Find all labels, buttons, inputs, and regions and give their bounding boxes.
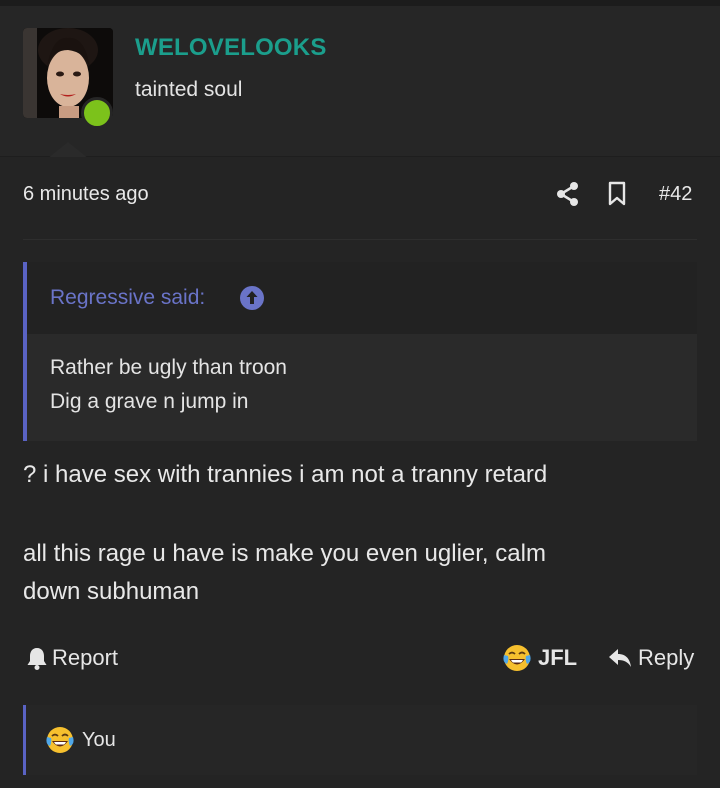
bookmark-icon[interactable]: [606, 181, 628, 207]
quote-header[interactable]: Regressive said:: [27, 262, 697, 334]
post-number[interactable]: #42: [659, 183, 692, 206]
divider: [23, 239, 697, 240]
reply-button[interactable]: Reply: [608, 643, 694, 673]
jfl-label: JFL: [538, 645, 578, 670]
username[interactable]: WELOVELOOKS: [135, 34, 327, 62]
bell-icon: [27, 648, 47, 670]
share-icon[interactable]: [556, 181, 580, 207]
reaction-users[interactable]: You: [82, 729, 116, 752]
user-title: tainted soul: [135, 78, 243, 101]
report-label: Report: [52, 645, 119, 670]
message-line: ? i have sex with trannies i am not a tr…: [23, 461, 548, 488]
reply-label: Reply: [638, 645, 695, 670]
jfl-reaction-button[interactable]: JFL: [503, 643, 577, 673]
crying-laughing-emoji-icon: [503, 645, 531, 671]
post-timestamp[interactable]: 6 minutes ago: [23, 183, 149, 206]
quote-author[interactable]: Regressive said:: [50, 286, 205, 310]
crying-laughing-emoji-icon: [46, 727, 74, 753]
arrow-up-circle-icon[interactable]: [240, 286, 264, 310]
report-button[interactable]: Report: [26, 643, 118, 673]
user-header: WELOVELOOKS tainted soul: [0, 6, 720, 159]
post-body: 6 minutes ago #42 Regressive said: Rathe…: [0, 157, 720, 788]
reactions-bar[interactable]: You: [23, 705, 697, 775]
post: WELOVELOOKS tainted soul 6 minutes ago #…: [0, 6, 720, 788]
online-status-indicator: [81, 97, 113, 129]
reply-arrow-icon: [609, 649, 631, 667]
message-line: down subhuman: [23, 578, 200, 605]
message-line: all this rage u have is make you even ug…: [23, 540, 546, 567]
quote-line: Dig a grave n jump in: [50, 390, 249, 413]
quote-block: Regressive said: Rather be ugly than tro…: [23, 262, 697, 441]
quote-line: Rather be ugly than troon: [50, 356, 287, 379]
